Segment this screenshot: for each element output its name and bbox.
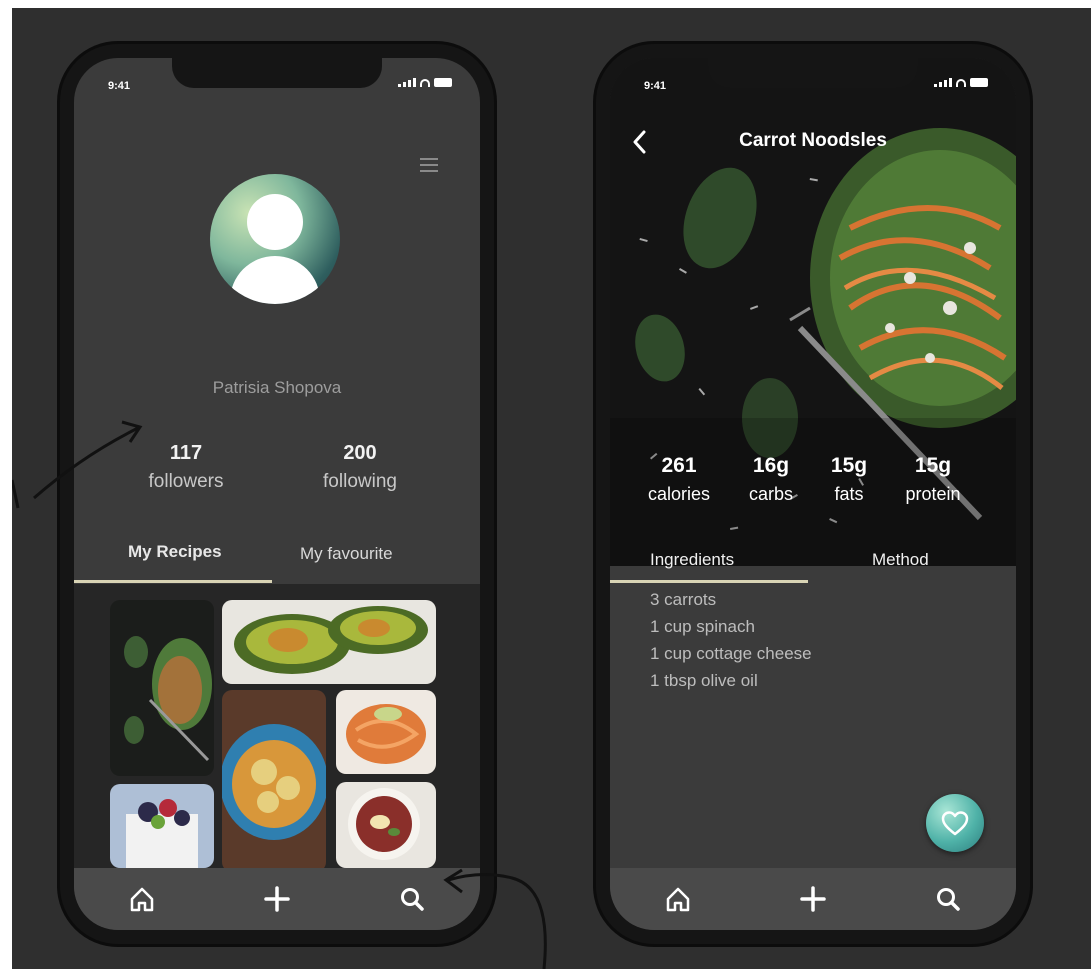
following-label: following [323, 471, 397, 492]
nutrition-calories: 261 calories [644, 454, 714, 505]
search-icon [401, 888, 425, 911]
carrot-noodles-photo [336, 690, 436, 774]
tab-ingredients[interactable]: Ingredients [650, 550, 734, 570]
profile-phone: 9:41 Patrisia Shopova 117 followers 200 … [60, 44, 494, 944]
nutrition-value: 15g [830, 454, 868, 477]
followers-stat[interactable]: 117 followers [116, 442, 256, 493]
nutrition-protein: 15g protein [898, 454, 968, 505]
soup-photo [222, 690, 326, 872]
bottom-nav [74, 868, 480, 930]
avatar[interactable] [210, 174, 340, 304]
notch [708, 58, 918, 88]
recipe-thumb-salad[interactable] [110, 600, 214, 776]
tab-underline [74, 580, 272, 583]
ingredient-item: 3 carrots [650, 590, 717, 609]
plus-icon [800, 886, 826, 912]
status-icons [934, 78, 988, 87]
tab-my-recipes[interactable]: My Recipes [128, 542, 222, 562]
tab-underline [610, 580, 808, 583]
nav-add-button[interactable] [257, 879, 297, 919]
recipe-phone: 9:41 Carrot Noodsles 261 calories 16g ca… [596, 44, 1030, 944]
profile-name: Patrisia Shopova [212, 378, 342, 397]
profile-screen: 9:41 Patrisia Shopova 117 followers 200 … [74, 58, 480, 930]
nav-home-button[interactable] [658, 879, 698, 919]
tab-method[interactable]: Method [872, 550, 929, 570]
home-icon [130, 887, 153, 912]
recipe-thumb-carrot-noodles[interactable] [336, 690, 436, 774]
wifi-icon [420, 79, 430, 87]
nutrition-value: 261 [661, 454, 697, 477]
status-time: 9:41 [108, 80, 131, 92]
favorite-button[interactable] [926, 794, 984, 852]
wifi-icon [956, 79, 966, 87]
followers-label: followers [148, 471, 224, 492]
recipe-thumb-bowl[interactable] [336, 782, 436, 868]
signal-icon [398, 78, 416, 87]
tab-my-favourite[interactable]: My favourite [300, 544, 393, 564]
heart-icon [941, 811, 969, 836]
nutrition-label: fats [834, 484, 864, 504]
nutrition-label: protein [905, 484, 961, 504]
search-icon [937, 888, 961, 911]
bowl-photo [336, 782, 436, 868]
nav-search-button[interactable] [392, 879, 432, 919]
recipe-title: Carrot Noodsles [739, 130, 887, 151]
menu-icon[interactable] [420, 158, 438, 176]
recipe-thumb-soup[interactable] [222, 690, 326, 872]
avatar-body-shape [230, 256, 320, 304]
recipe-screen: 9:41 Carrot Noodsles 261 calories 16g ca… [610, 58, 1016, 930]
home-icon [666, 887, 689, 912]
plus-icon [264, 886, 290, 912]
ingredient-item: 1 cup cottage cheese [650, 644, 812, 663]
ingredient-item: 1 cup spinach [650, 617, 755, 636]
notch [172, 58, 382, 88]
mockup-canvas: 9:41 Patrisia Shopova 117 followers 200 … [12, 8, 1091, 969]
nav-search-button[interactable] [928, 879, 968, 919]
signal-icon [934, 78, 952, 87]
yogurt-photo [110, 784, 214, 868]
nutrition-fats: 15g fats [814, 454, 884, 505]
following-stat[interactable]: 200 following [290, 442, 430, 493]
status-time: 9:41 [644, 80, 667, 92]
avocado-photo [222, 600, 436, 684]
following-count: 200 [343, 442, 377, 464]
nutrition-carbs: 16g carbs [736, 454, 806, 505]
nutrition-label: calories [647, 484, 711, 504]
nav-home-button[interactable] [122, 879, 162, 919]
battery-icon [434, 78, 452, 87]
recipe-thumb-yogurt[interactable] [110, 784, 214, 868]
avatar-head-shape [247, 194, 303, 250]
bottom-nav [610, 868, 1016, 930]
followers-count: 117 [169, 442, 203, 464]
recipe-thumb-avocado[interactable] [222, 600, 436, 684]
nav-add-button[interactable] [793, 879, 833, 919]
status-icons [398, 78, 452, 87]
nutrition-label: carbs [748, 484, 793, 504]
nutrition-value: 16g [752, 454, 790, 477]
recipe-grid [74, 584, 480, 872]
ingredient-list: 3 carrots 1 cup spinach 1 cup cottage ch… [650, 586, 812, 694]
salad-photo [110, 600, 214, 776]
nutrition-value: 15g [914, 454, 952, 477]
ingredient-item: 1 tbsp olive oil [650, 671, 758, 690]
battery-icon [970, 78, 988, 87]
